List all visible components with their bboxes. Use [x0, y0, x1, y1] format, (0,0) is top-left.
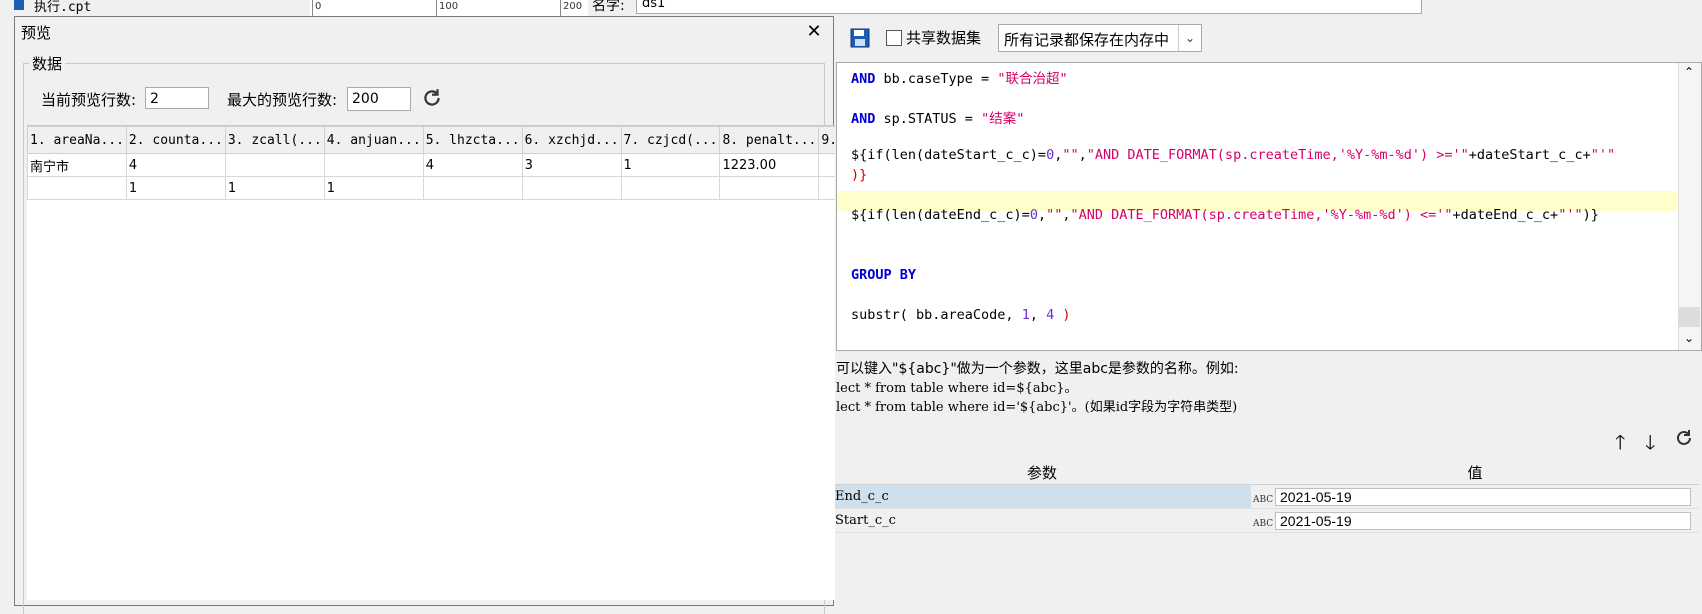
param-value-cell[interactable]: ABC 2021-05-19: [1251, 508, 1699, 533]
table-cell[interactable]: 3: [521, 153, 622, 177]
param-name[interactable]: Start_c_c: [833, 508, 1251, 533]
type-abc-icon[interactable]: ABC: [1253, 495, 1275, 505]
table-cell[interactable]: [224, 153, 325, 177]
memory-mode-value: 所有记录都保存在内存中: [1004, 31, 1170, 49]
ruler-label: 0: [315, 1, 322, 12]
dataset-name-label: 名字:: [592, 0, 625, 14]
param-row[interactable]: End_c_c ABC 2021-05-19: [833, 484, 1699, 509]
column-header[interactable]: 3. zcall(...: [224, 126, 325, 154]
column-header[interactable]: 2. counta...: [125, 126, 226, 154]
param-value-cell[interactable]: ABC 2021-05-19: [1251, 484, 1699, 509]
refresh-icon[interactable]: [421, 87, 445, 111]
column-header[interactable]: 9. per: [818, 126, 835, 154]
param-name[interactable]: End_c_c: [833, 484, 1251, 509]
param-value[interactable]: 2021-05-19: [1275, 487, 1691, 506]
editor-scrollbar[interactable]: ⌃ ⌄: [1678, 63, 1701, 350]
scroll-up-icon[interactable]: ⌃: [1684, 65, 1694, 79]
table-row[interactable]: 111: [27, 176, 835, 200]
param-value[interactable]: 2021-05-19: [1275, 511, 1691, 530]
scroll-thumb[interactable]: [1679, 307, 1700, 327]
background-file-name[interactable]: 执行.cpt: [34, 0, 91, 15]
move-down-icon[interactable]: 🡓: [1645, 428, 1655, 462]
help-line: lect * from table where id='${abc}'。(如果i…: [836, 400, 1238, 415]
preview-dialog: 预览 ✕ 数据 当前预览行数: 2 最大的预览行数: 200 1. areaNa…: [14, 16, 835, 614]
dataset-name-input[interactable]: [636, 0, 1422, 14]
shared-dataset-label: 共享数据集: [906, 29, 982, 47]
table-row[interactable]: 南宁市 4 4 3 1 1223.00: [27, 153, 835, 177]
table-cell[interactable]: 1: [620, 153, 721, 177]
chevron-down-icon[interactable]: ⌄: [1178, 25, 1201, 51]
table-cell[interactable]: [620, 176, 721, 200]
data-group-label: 数据: [29, 53, 66, 74]
table-cell[interactable]: [323, 153, 424, 177]
table-cell[interactable]: [719, 176, 820, 200]
table-cell[interactable]: [422, 176, 523, 200]
column-header[interactable]: 8. penalt...: [719, 126, 820, 154]
code-line: substr( bb.areaCode, 1, 4 ): [851, 307, 1071, 323]
table-cell[interactable]: [818, 176, 835, 200]
refresh-icon[interactable]: [1674, 428, 1696, 450]
parameter-help-text: 可以键入"${abc}"做为一个参数，这里abc是参数的名称。例如: lect …: [836, 360, 1239, 417]
column-header[interactable]: 7. czjcd(...: [620, 126, 721, 154]
max-rows-label: 最大的预览行数:: [227, 91, 338, 109]
help-line: 可以键入"${abc}"做为一个参数，这里abc是参数的名称。例如:: [836, 361, 1239, 377]
table-cell[interactable]: 4: [422, 153, 523, 177]
dialog-title: 预览: [21, 24, 52, 42]
param-row[interactable]: Start_c_c ABC 2021-05-19: [833, 508, 1699, 533]
close-icon[interactable]: ✕: [801, 19, 827, 45]
save-icon[interactable]: [850, 28, 870, 48]
column-header[interactable]: 1. areaNa...: [27, 126, 127, 154]
table-cell[interactable]: [27, 176, 127, 200]
code-line: )}: [851, 167, 868, 183]
parameter-table: 参数 值 End_c_c ABC 2021-05-19 Start_c_c ABC…: [833, 460, 1699, 533]
type-abc-icon[interactable]: ABC: [1253, 519, 1275, 529]
code-line: AND sp.STATUS = "结案": [851, 111, 1025, 127]
table-cell[interactable]: 1: [224, 176, 325, 200]
column-header[interactable]: 6. xzchjd...: [521, 126, 622, 154]
dataset-name-value: ds1: [642, 0, 666, 11]
current-rows-input[interactable]: 2: [145, 87, 209, 109]
preview-data-grid[interactable]: 1. areaNa... 2. counta... 3. zcall(... 4. a…: [27, 125, 835, 600]
sql-editor[interactable]: AND bb.caseType = "联合治超" AND sp.STATUS =…: [836, 62, 1702, 351]
code-line: ${if(len(dateEnd_c_c)=0,"","AND DATE_FOR…: [851, 207, 1599, 223]
param-name-header[interactable]: 参数: [833, 460, 1251, 485]
table-cell[interactable]: 1: [125, 176, 226, 200]
column-header[interactable]: 5. lhzcta...: [422, 126, 523, 154]
code-line: GROUP BY: [851, 267, 917, 283]
move-up-icon[interactable]: 🡑: [1615, 428, 1625, 462]
ruler-label: 100: [439, 1, 459, 12]
left-panel-edge: [0, 20, 15, 606]
column-header[interactable]: 4. anjuan...: [323, 126, 424, 154]
memory-mode-select[interactable]: 所有记录都保存在内存中 ⌄: [998, 24, 1202, 52]
help-line: lect * from table where id=${abc}。: [836, 381, 1078, 396]
code-line: ${if(len(dateStart_c_c)=0,"","AND DATE_F…: [851, 147, 1616, 163]
shared-dataset-checkbox[interactable]: [886, 30, 902, 46]
table-cell[interactable]: [521, 176, 622, 200]
table-cell[interactable]: 4: [125, 153, 226, 177]
param-value-header[interactable]: 值: [1251, 460, 1699, 485]
file-icon: [14, 0, 24, 10]
ruler-label: 200: [563, 1, 583, 12]
table-cell[interactable]: [818, 153, 835, 177]
table-cell[interactable]: 1223.00: [719, 153, 820, 177]
code-line: AND bb.caseType = "联合治超": [851, 71, 1068, 87]
table-cell[interactable]: 1: [323, 176, 424, 200]
table-cell[interactable]: 南宁市: [27, 153, 127, 177]
scroll-down-icon[interactable]: ⌄: [1684, 331, 1694, 345]
current-rows-label: 当前预览行数:: [41, 91, 137, 109]
max-rows-input[interactable]: 200: [347, 87, 411, 111]
